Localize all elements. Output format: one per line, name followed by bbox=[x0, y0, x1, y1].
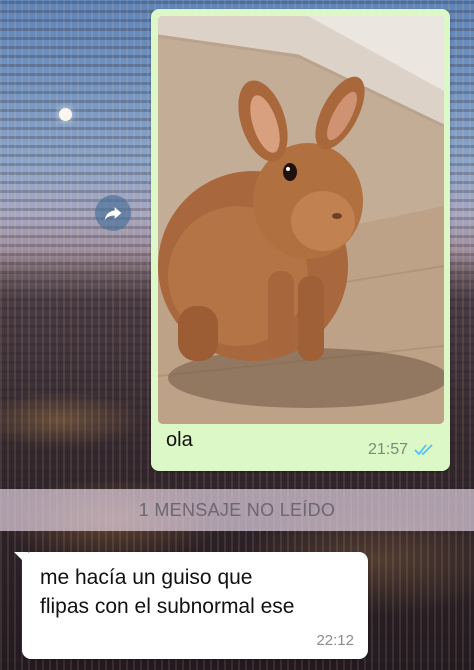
outgoing-message-time: 21:57 bbox=[367, 441, 408, 458]
double-check-read-icon bbox=[414, 444, 433, 456]
forward-button[interactable] bbox=[95, 195, 131, 231]
outgoing-message-text: ola bbox=[166, 429, 193, 451]
rabbit-image bbox=[158, 16, 444, 424]
outgoing-message-meta: 21:57 bbox=[368, 441, 436, 459]
moon-decoration bbox=[59, 108, 72, 121]
incoming-message-line-1: me hacía un guiso que bbox=[40, 566, 253, 589]
outgoing-message-bubble[interactable]: ola 21:57 bbox=[151, 9, 450, 471]
rabbit-photo[interactable] bbox=[158, 16, 444, 424]
incoming-message-line-2: flipas con el subnormal ese bbox=[40, 595, 295, 618]
incoming-message-time: 22:12 bbox=[316, 632, 354, 649]
forward-arrow-icon bbox=[104, 207, 122, 221]
unread-banner-text: 1 MENSAJE NO LEÍDO bbox=[138, 499, 336, 520]
unread-messages-banner: 1 MENSAJE NO LEÍDO bbox=[0, 489, 474, 531]
incoming-message-bubble[interactable]: me hacía un guiso que flipas con el subn… bbox=[22, 552, 368, 659]
